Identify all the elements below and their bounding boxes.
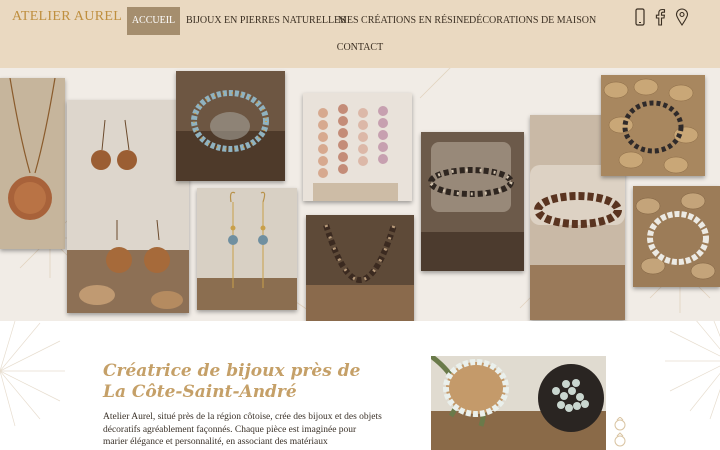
white-bead-bracelet-photo[interactable] xyxy=(633,186,720,287)
decorative-sun-left xyxy=(0,321,65,427)
nav-item-accueil[interactable]: ACCUEIL xyxy=(127,7,180,35)
nav-item-contact[interactable]: CONTACT xyxy=(334,34,386,62)
blue-bead-earrings-photo[interactable] xyxy=(197,188,297,310)
jar-bracelet-photo[interactable] xyxy=(421,132,524,271)
blue-bead-bracelet-photo[interactable] xyxy=(176,71,285,181)
nav-item-creations-resine[interactable]: MES CRÉATIONS EN RÉSINE xyxy=(338,7,469,35)
pink-stone-bracelets-photo[interactable] xyxy=(303,93,412,201)
decorative-sun-right xyxy=(665,321,720,420)
nav-item-bijoux-pierres[interactable]: BIJOUX EN PIERRES NATURELLES xyxy=(186,7,346,35)
stone-bead-necklace-photo[interactable] xyxy=(306,215,414,321)
intro-section: Créatrice de bijoux près de La Côte-Sain… xyxy=(0,321,720,450)
resin-pendant-necklace-photo[interactable] xyxy=(0,78,65,249)
nav-item-decorations-maison[interactable]: DÉCORATIONS DE MAISON xyxy=(469,7,596,35)
wooden-earrings-photo[interactable] xyxy=(67,100,189,313)
cork-bracelet-photo[interactable] xyxy=(601,75,705,176)
intro-heading: Créatrice de bijoux près de La Côte-Sain… xyxy=(103,361,361,402)
location-pin-icon[interactable] xyxy=(675,8,689,26)
site-header: ATELIER AUREL ACCUEIL BIJOUX EN PIERRES … xyxy=(0,0,720,68)
intro-paragraph: Atelier Aurel, situé près de la région c… xyxy=(103,412,382,447)
white-beads-bowl-photo xyxy=(431,356,606,450)
hero-gallery xyxy=(0,68,720,321)
facebook-icon[interactable] xyxy=(653,8,667,26)
phone-icon[interactable] xyxy=(633,8,647,26)
ring-decor-icon xyxy=(614,417,626,447)
brand-logo[interactable]: ATELIER AUREL xyxy=(12,9,122,25)
